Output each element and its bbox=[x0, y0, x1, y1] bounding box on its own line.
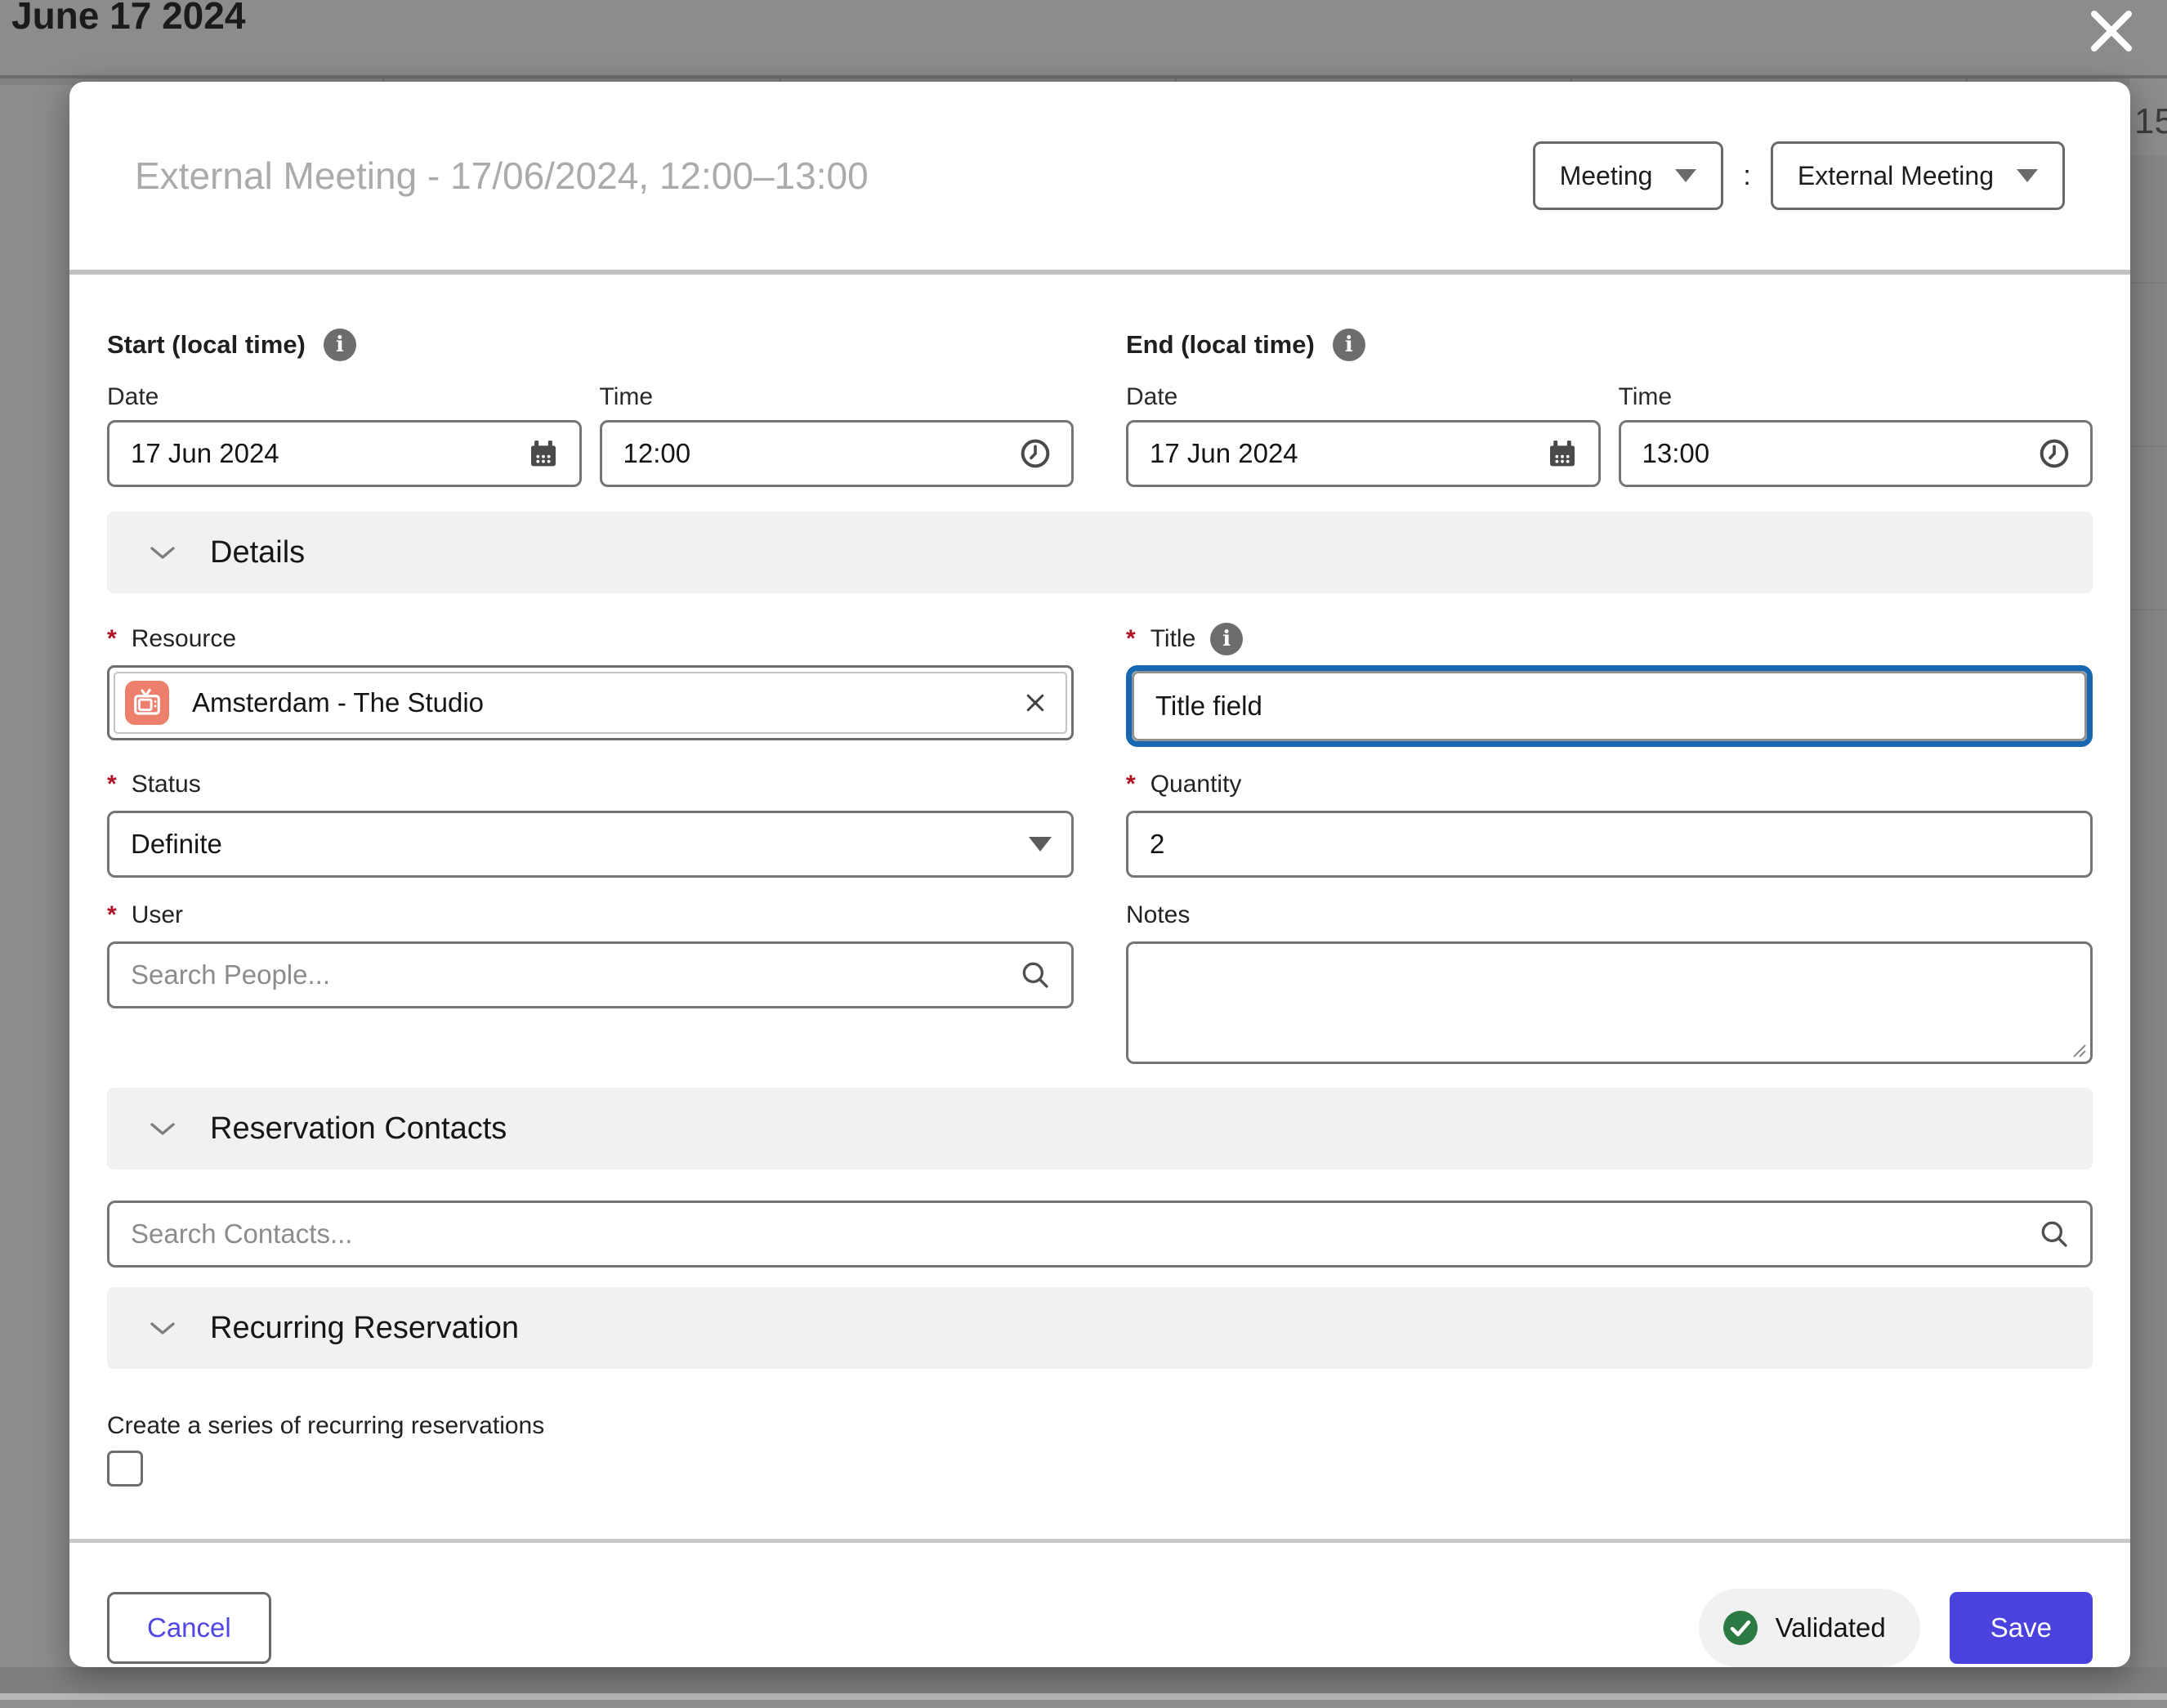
calendar-icon[interactable] bbox=[1546, 437, 1579, 470]
calendar-date-heading: June 17 2024 bbox=[11, 0, 245, 38]
end-label: End (local time) bbox=[1126, 330, 1315, 360]
end-date-input[interactable]: 17 Jun 2024 bbox=[1126, 420, 1601, 487]
chevron-down-icon bbox=[1675, 169, 1696, 182]
end-date-value: 17 Jun 2024 bbox=[1150, 438, 1533, 469]
quantity-value: 2 bbox=[1150, 829, 2071, 860]
resource-field: * Resource bbox=[107, 623, 1074, 740]
end-group: End (local time) i Date 17 Jun 2024 bbox=[1126, 327, 2093, 487]
status-select[interactable]: Definite bbox=[107, 811, 1074, 878]
resource-type-tv-icon bbox=[125, 681, 169, 725]
subcategory-dropdown[interactable]: External Meeting bbox=[1771, 141, 2065, 210]
dialog-footer: Cancel Validated Save bbox=[69, 1553, 2130, 1667]
notes-textarea[interactable] bbox=[1126, 941, 2093, 1064]
section-reservation-contacts[interactable]: Reservation Contacts bbox=[107, 1088, 2093, 1169]
resource-input[interactable]: Amsterdam - The Studio bbox=[107, 665, 1074, 740]
start-time-label: Time bbox=[600, 381, 1075, 414]
title-label: Title bbox=[1151, 625, 1196, 653]
section-details-label: Details bbox=[210, 535, 305, 570]
start-label: Start (local time) bbox=[107, 330, 306, 360]
end-time-value: 13:00 bbox=[1642, 438, 2026, 469]
chevron-down-icon bbox=[150, 546, 176, 560]
dialog-body: Start (local time) i Date 17 Jun 2024 bbox=[69, 275, 2130, 1553]
reservation-dialog: External Meeting - 17/06/2024, 12:00–13:… bbox=[69, 82, 2130, 1667]
clear-icon[interactable] bbox=[1023, 691, 1048, 715]
check-circle-icon bbox=[1722, 1609, 1759, 1647]
start-time-value: 12:00 bbox=[623, 438, 1007, 469]
search-icon bbox=[1019, 959, 1052, 991]
user-search-input[interactable] bbox=[107, 941, 1074, 1008]
clock-icon[interactable] bbox=[1019, 437, 1052, 470]
status-label: Status bbox=[132, 771, 201, 798]
user-field: * User bbox=[107, 899, 1074, 1008]
chevron-down-icon bbox=[150, 1122, 176, 1136]
calendar-bottom-band bbox=[0, 1700, 2167, 1708]
cancel-button[interactable]: Cancel bbox=[107, 1592, 271, 1664]
info-icon[interactable]: i bbox=[324, 329, 356, 361]
validated-badge-label: Validated bbox=[1776, 1612, 1886, 1643]
validated-badge: Validated bbox=[1699, 1589, 1920, 1667]
required-marker: * bbox=[107, 625, 117, 653]
resource-value: Amsterdam - The Studio bbox=[192, 687, 1000, 718]
start-time-input[interactable]: 12:00 bbox=[600, 420, 1075, 487]
subcategory-dropdown-label: External Meeting bbox=[1798, 161, 1994, 191]
start-date-input[interactable]: 17 Jun 2024 bbox=[107, 420, 582, 487]
user-label: User bbox=[132, 901, 183, 929]
user-search-field[interactable] bbox=[131, 959, 1006, 990]
type-separator: : bbox=[1743, 160, 1750, 192]
contacts-search-field[interactable] bbox=[131, 1218, 2025, 1250]
calendar-right-column: 15 bbox=[2129, 78, 2167, 1667]
close-icon[interactable] bbox=[2089, 8, 2134, 54]
chevron-down-icon bbox=[150, 1321, 176, 1335]
footer-divider bbox=[69, 1539, 2130, 1543]
reservation-title-placeholder[interactable]: External Meeting - 17/06/2024, 12:00–13:… bbox=[135, 154, 1533, 198]
title-field: * Title i Title field bbox=[1126, 623, 2093, 747]
required-marker: * bbox=[1126, 625, 1136, 653]
quantity-label: Quantity bbox=[1151, 771, 1242, 798]
chevron-down-icon bbox=[1029, 837, 1052, 852]
required-marker: * bbox=[107, 901, 117, 929]
resource-label: Resource bbox=[132, 625, 236, 653]
start-group: Start (local time) i Date 17 Jun 2024 bbox=[107, 327, 1074, 487]
status-value: Definite bbox=[131, 829, 1016, 860]
title-input-focused[interactable]: Title field bbox=[1126, 665, 2093, 747]
calendar-icon[interactable] bbox=[527, 437, 560, 470]
notes-field: Notes bbox=[1126, 899, 2093, 1068]
quantity-input[interactable]: 2 bbox=[1126, 811, 2093, 878]
end-date-label: Date bbox=[1126, 381, 1601, 414]
quantity-field: * Quantity 2 bbox=[1126, 768, 2093, 878]
contacts-search-input[interactable] bbox=[107, 1201, 2093, 1268]
calendar-bottom-line bbox=[0, 1693, 2167, 1700]
dialog-header: External Meeting - 17/06/2024, 12:00–13:… bbox=[69, 82, 2130, 270]
save-button[interactable]: Save bbox=[1950, 1592, 2093, 1664]
required-marker: * bbox=[107, 771, 117, 798]
end-time-label: Time bbox=[1619, 381, 2093, 414]
start-date-value: 17 Jun 2024 bbox=[131, 438, 514, 469]
end-time-input[interactable]: 13:00 bbox=[1619, 420, 2093, 487]
clock-icon[interactable] bbox=[2038, 437, 2071, 470]
start-date-label: Date bbox=[107, 381, 582, 414]
calendar-day-number: 15 bbox=[2134, 101, 2167, 142]
recurring-checkbox-label: Create a series of recurring reservation… bbox=[107, 1410, 2093, 1442]
required-marker: * bbox=[1126, 771, 1136, 798]
info-icon[interactable]: i bbox=[1210, 623, 1243, 655]
calendar-bottom-band bbox=[0, 1667, 2167, 1693]
section-details[interactable]: Details bbox=[107, 512, 2093, 593]
section-reservation-contacts-label: Reservation Contacts bbox=[210, 1111, 507, 1147]
search-icon bbox=[2038, 1218, 2071, 1250]
section-recurring-reservation[interactable]: Recurring Reservation bbox=[107, 1287, 2093, 1369]
category-dropdown-label: Meeting bbox=[1560, 161, 1653, 191]
title-value: Title field bbox=[1155, 691, 1262, 722]
chevron-down-icon bbox=[2017, 169, 2038, 182]
status-field: * Status Definite bbox=[107, 768, 1074, 878]
type-selects: Meeting : External Meeting bbox=[1533, 141, 2065, 210]
notes-label: Notes bbox=[1126, 901, 1190, 929]
recurring-checkbox[interactable] bbox=[107, 1451, 143, 1487]
info-icon[interactable]: i bbox=[1333, 329, 1365, 361]
section-recurring-reservation-label: Recurring Reservation bbox=[210, 1311, 519, 1346]
category-dropdown[interactable]: Meeting bbox=[1533, 141, 1724, 210]
